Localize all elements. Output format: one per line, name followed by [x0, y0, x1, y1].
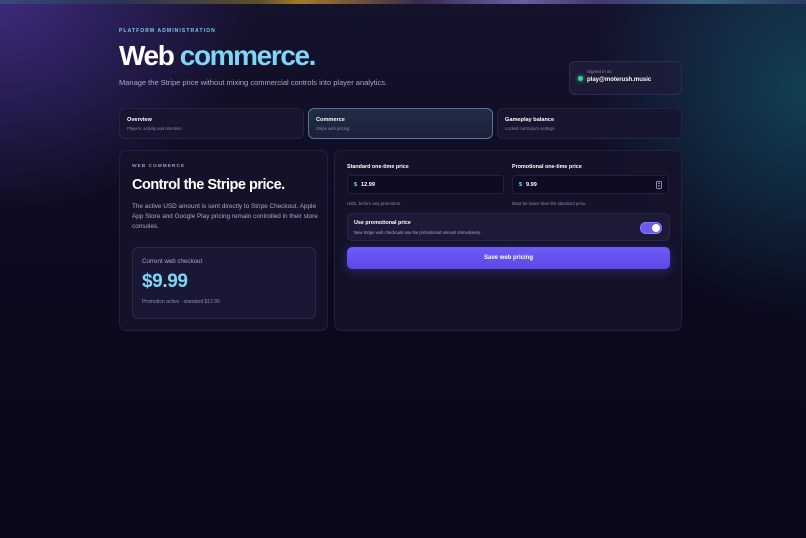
- tab-commerce[interactable]: Commerce Stripe web pricing: [308, 108, 493, 139]
- standard-price-input-wrapper: $: [347, 175, 504, 194]
- promo-toggle-title: Use promotional price: [354, 220, 411, 226]
- card-title: Control the Stripe price.: [132, 177, 285, 193]
- section-tabs: Overview Players, activity and retention…: [119, 108, 682, 139]
- page-title-main: Web: [119, 40, 175, 71]
- account-badge[interactable]: Signed in as play@moterush.music: [569, 61, 682, 95]
- page-eyebrow: PLATFORM ADMINISTRATION: [119, 28, 216, 34]
- tab-title: Commerce: [316, 117, 345, 123]
- tab-description: Stripe web pricing: [316, 126, 350, 131]
- tab-title: Gameplay balance: [505, 117, 555, 123]
- promotional-price-help: Must be lower than the standard price.: [512, 201, 587, 206]
- tab-overview[interactable]: Overview Players, activity and retention: [119, 108, 304, 139]
- checkout-price: $9.99: [142, 271, 188, 292]
- tab-description: Locked curriculum settings: [505, 126, 555, 131]
- standard-price-input[interactable]: [361, 179, 486, 191]
- promotional-price-input-wrapper: $ ▲▼: [512, 175, 669, 194]
- number-stepper-icon[interactable]: ▲ ▼: [656, 181, 662, 189]
- promotional-price-field: Promotional one-time price $ ▲▼ Must be …: [512, 164, 669, 206]
- account-email: play@moterush.music: [587, 77, 652, 83]
- online-status-icon: [578, 76, 583, 81]
- standard-price-label: Standard one-time price: [347, 164, 409, 170]
- save-web-pricing-button[interactable]: Save web pricing: [347, 247, 670, 269]
- promotional-price-toggle-row: Use promotional price New Stripe web che…: [347, 213, 670, 241]
- promotional-price-label: Promotional one-time price: [512, 164, 582, 170]
- current-checkout-box: Current web checkout $9.99 Promotion act…: [132, 247, 316, 319]
- checkout-note: Promotion active · standard $12.99: [142, 299, 220, 305]
- card-eyebrow: WEB COMMERCE: [132, 164, 186, 169]
- tab-gameplay-balance[interactable]: Gameplay balance Locked curriculum setti…: [497, 108, 682, 139]
- top-banner-strip: [0, 0, 806, 4]
- card-description: The active USD amount is sent directly t…: [132, 203, 318, 230]
- toggle-knob: [652, 224, 660, 232]
- pricing-form-card: Standard one-time price $ USD, before an…: [334, 150, 682, 331]
- currency-symbol: $: [354, 182, 357, 188]
- standard-price-field: Standard one-time price $ USD, before an…: [347, 164, 504, 206]
- tab-description: Players, activity and retention: [127, 126, 182, 131]
- promotional-price-toggle[interactable]: [640, 222, 662, 234]
- web-commerce-summary-card: WEB COMMERCE Control the Stripe price. T…: [119, 150, 328, 331]
- account-label: Signed in as: [587, 69, 612, 74]
- currency-symbol: $: [519, 182, 522, 188]
- promo-toggle-description: New Stripe web checkouts use the promoti…: [354, 230, 481, 235]
- tab-title: Overview: [127, 117, 152, 123]
- promotional-price-input[interactable]: [526, 179, 651, 191]
- page-content: PLATFORM ADMINISTRATION Web commerce. Ma…: [119, 28, 682, 331]
- standard-price-help: USD, before any promotion.: [347, 201, 402, 206]
- page-title-accent: commerce.: [179, 40, 317, 71]
- checkout-label: Current web checkout: [142, 258, 203, 265]
